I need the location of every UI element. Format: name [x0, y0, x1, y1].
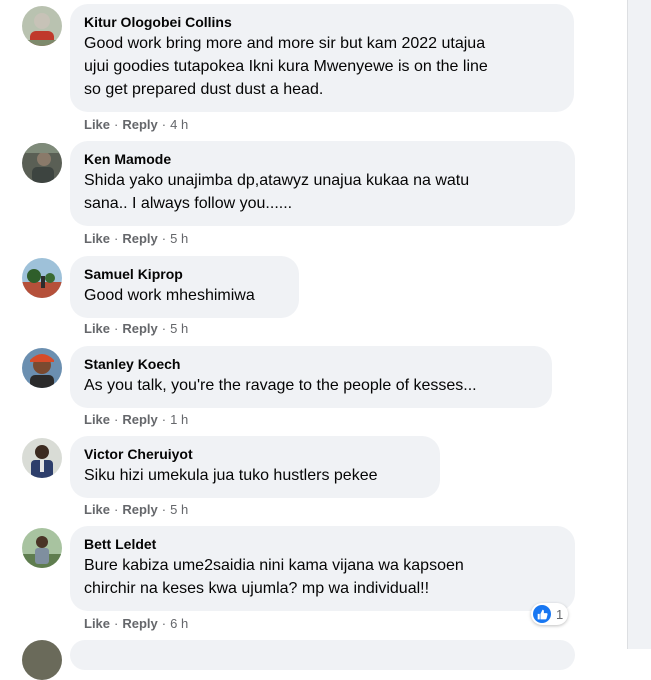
like-button[interactable]: Like — [84, 231, 110, 246]
comment-text: Good work mheshimiwa — [84, 287, 255, 304]
separator: · — [161, 412, 167, 427]
reaction-summary[interactable]: 1 — [531, 603, 569, 625]
comment-actions: Like · Reply · 4 h — [84, 117, 188, 133]
like-button[interactable]: Like — [84, 117, 110, 132]
separator: · — [161, 616, 167, 631]
comment-actions: Like · Reply · 5 h — [84, 231, 188, 247]
comment-bubble: Kitur Ologobei Collins Good work bring m… — [70, 4, 574, 112]
comment-text: Shida yako unajimba dp,atawyz unajua kuk… — [84, 172, 470, 212]
reply-button[interactable]: Reply — [122, 231, 157, 246]
comment-timestamp[interactable]: 1 h — [170, 412, 188, 427]
separator: · — [161, 502, 167, 517]
separator: · — [114, 231, 119, 246]
comment-timestamp[interactable]: 6 h — [170, 616, 188, 631]
separator: · — [161, 231, 167, 246]
scrollbar-track[interactable] — [627, 0, 651, 649]
comment-bubble: Victor Cheruiyot Siku hizi umekula jua t… — [70, 436, 440, 498]
like-reaction-icon — [533, 605, 551, 623]
reply-button[interactable]: Reply — [122, 321, 157, 336]
comment-bubble: Stanley Koech As you talk, you're the ra… — [70, 346, 552, 408]
comment-timestamp[interactable]: 5 h — [170, 231, 188, 246]
comment-author[interactable]: Ken Mamode — [84, 150, 561, 168]
separator: · — [161, 321, 167, 336]
avatar[interactable] — [22, 438, 62, 478]
avatar[interactable] — [22, 6, 62, 46]
comment-actions: Like · Reply · 6 h — [84, 616, 188, 632]
comment-timestamp[interactable]: 5 h — [170, 321, 188, 336]
avatar[interactable] — [22, 528, 62, 568]
comment-actions: Like · Reply · 5 h — [84, 321, 188, 337]
like-button[interactable]: Like — [84, 616, 110, 631]
separator: · — [114, 321, 119, 336]
like-button[interactable]: Like — [84, 412, 110, 427]
separator: · — [114, 117, 119, 132]
comment-author[interactable]: Bett Leldet — [84, 535, 561, 553]
avatar[interactable] — [22, 258, 62, 298]
reply-button[interactable]: Reply — [122, 616, 157, 631]
comment-actions: Like · Reply · 1 h — [84, 412, 188, 428]
comment-author[interactable]: Victor Cheruiyot — [84, 445, 426, 463]
comment-bubble: Ken Mamode Shida yako unajimba dp,atawyz… — [70, 141, 575, 226]
comment-text: As you talk, you're the ravage to the pe… — [84, 377, 477, 394]
reply-button[interactable]: Reply — [122, 502, 157, 517]
comment-text: Bure kabiza ume2saidia nini kama vijana … — [84, 557, 464, 597]
comment-bubble: Bett Leldet Bure kabiza ume2saidia nini … — [70, 526, 575, 611]
separator: · — [161, 117, 167, 132]
reply-button[interactable]: Reply — [122, 117, 157, 132]
avatar[interactable] — [22, 143, 62, 183]
avatar[interactable] — [22, 348, 62, 388]
comment-author[interactable]: Samuel Kiprop — [84, 265, 285, 283]
separator: · — [114, 412, 119, 427]
comment-timestamp[interactable]: 4 h — [170, 117, 188, 132]
like-button[interactable]: Like — [84, 502, 110, 517]
comment-author[interactable]: Kitur Ologobei Collins — [84, 13, 560, 31]
comment-text: Good work bring more and more sir but ka… — [84, 35, 488, 98]
comment-timestamp[interactable]: 5 h — [170, 502, 188, 517]
comment-text: Siku hizi umekula jua tuko hustlers peke… — [84, 467, 378, 484]
comment-actions: Like · Reply · 5 h — [84, 502, 188, 518]
reply-button[interactable]: Reply — [122, 412, 157, 427]
comment-author[interactable]: Stanley Koech — [84, 355, 538, 373]
separator: · — [114, 502, 119, 517]
reaction-count: 1 — [556, 606, 564, 622]
separator: · — [114, 616, 119, 631]
comment-bubble — [70, 640, 575, 670]
like-button[interactable]: Like — [84, 321, 110, 336]
comment-bubble: Samuel Kiprop Good work mheshimiwa — [70, 256, 299, 318]
avatar[interactable] — [22, 640, 62, 680]
